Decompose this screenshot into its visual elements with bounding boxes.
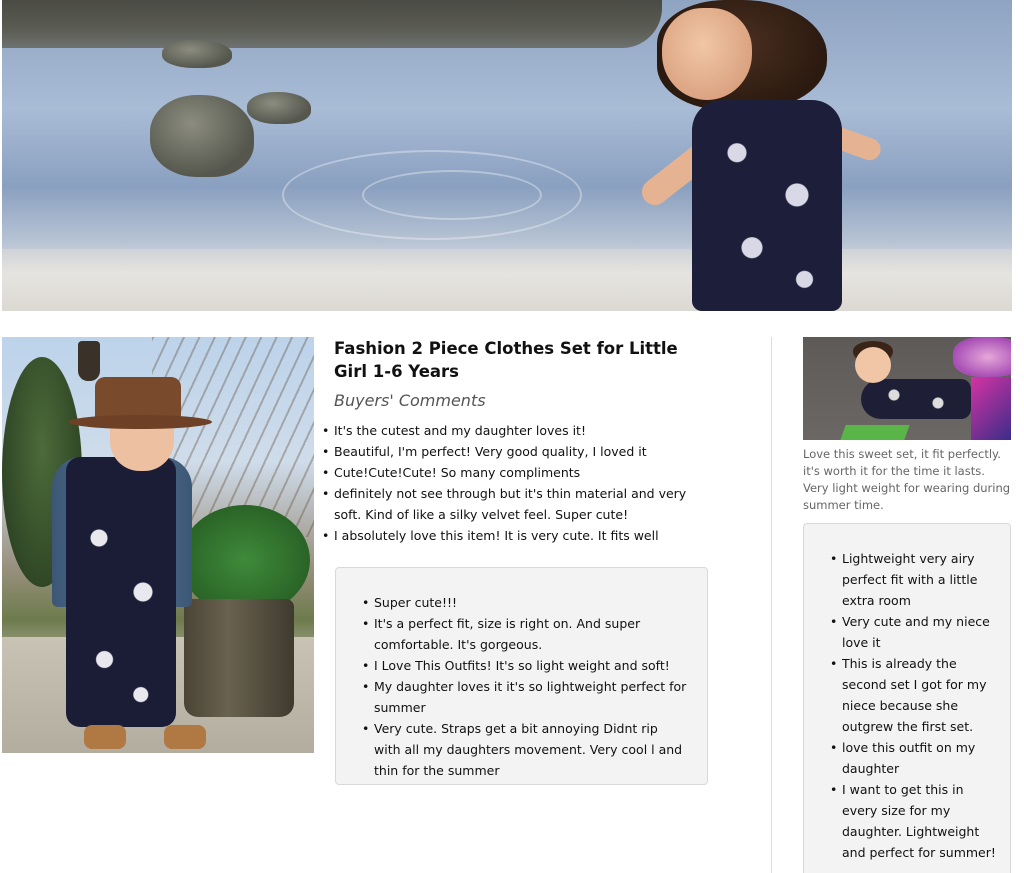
column-divider	[771, 337, 772, 873]
girl-outfit	[692, 100, 842, 311]
girl-outfit	[66, 457, 176, 727]
hat	[95, 377, 181, 419]
comment-list: Super cute!!! It's a perfect fit, size i…	[362, 592, 687, 781]
lamp	[78, 341, 100, 381]
comment-list: Lightweight very airy perfect fit with a…	[830, 548, 1000, 863]
toy	[840, 425, 910, 440]
list-item: I want to get this in every size for my …	[830, 779, 1000, 863]
list-item: I absolutely love this item! It is very …	[322, 525, 714, 546]
flower-pot	[184, 599, 294, 717]
girl-face	[662, 8, 752, 100]
list-item: Very cute. Straps get a bit annoying Did…	[362, 718, 687, 781]
list-item: Beautiful, I'm perfect! Very good qualit…	[322, 441, 714, 462]
comment-box: Super cute!!! It's a perfect fit, size i…	[335, 567, 708, 785]
water-ripple	[362, 170, 542, 220]
list-item: love this outfit on my daughter	[830, 737, 1000, 779]
list-item: Cute!Cute!Cute! So many compliments	[322, 462, 714, 483]
list-item: This is already the second set I got for…	[830, 653, 1000, 737]
product-photo	[2, 337, 314, 753]
rocks-shoreline	[2, 0, 662, 48]
rock	[247, 92, 311, 124]
product-details: Fashion 2 Piece Clothes Set for Little G…	[322, 337, 714, 546]
customer-photo	[803, 337, 1011, 440]
rock	[162, 40, 232, 68]
section-subtitle: Buyers' Comments	[334, 391, 486, 410]
book	[971, 377, 1011, 440]
hat-brim	[68, 415, 212, 429]
list-item: Very cute and my niece love it	[830, 611, 1000, 653]
comment-box: Lightweight very airy perfect fit with a…	[803, 523, 1011, 873]
sand	[2, 249, 1012, 311]
rock	[150, 95, 254, 177]
product-title: Fashion 2 Piece Clothes Set for Little G…	[334, 339, 678, 381]
girl-face	[855, 347, 891, 383]
comment-list: It's the cutest and my daughter loves it…	[322, 420, 714, 546]
girl-outfit	[861, 379, 971, 419]
photo-caption: Love this sweet set, it fit perfectly. i…	[803, 447, 1011, 512]
list-item: My daughter loves it it's so lightweight…	[362, 676, 687, 718]
hero-photo	[2, 0, 1012, 311]
list-item: It's a perfect fit, size is right on. An…	[362, 613, 687, 655]
list-item: Lightweight very airy perfect fit with a…	[830, 548, 1000, 611]
list-item: Super cute!!!	[362, 592, 687, 613]
toy-pool	[953, 337, 1011, 377]
boot	[84, 725, 126, 749]
list-item: definitely not see through but it's thin…	[322, 483, 714, 525]
list-item: I Love This Outfits! It's so light weigh…	[362, 655, 687, 676]
boot	[164, 725, 206, 749]
list-item: It's the cutest and my daughter loves it…	[322, 420, 714, 441]
